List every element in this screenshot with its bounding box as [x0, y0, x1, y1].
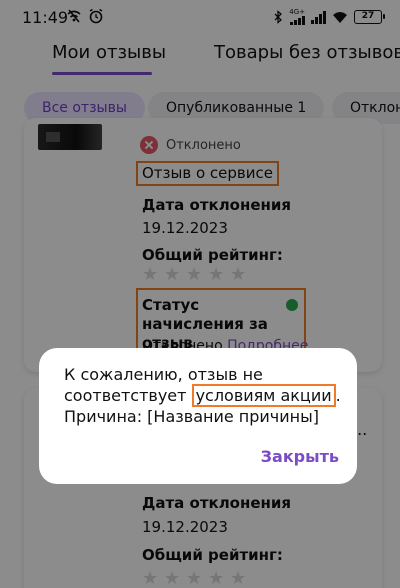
close-button[interactable]: Закрыть: [261, 447, 339, 466]
modal-backdrop[interactable]: [0, 0, 400, 588]
dialog-text-highlight: условиям акции: [191, 384, 336, 407]
dialog-message: К сожалению, отзыв не соответствует усло…: [64, 364, 344, 427]
rejection-dialog: К сожалению, отзыв не соответствует усло…: [39, 348, 357, 484]
app-screen: 11:49 4G+ 27 Мои отзывы Товары без отзыв…: [0, 0, 400, 588]
